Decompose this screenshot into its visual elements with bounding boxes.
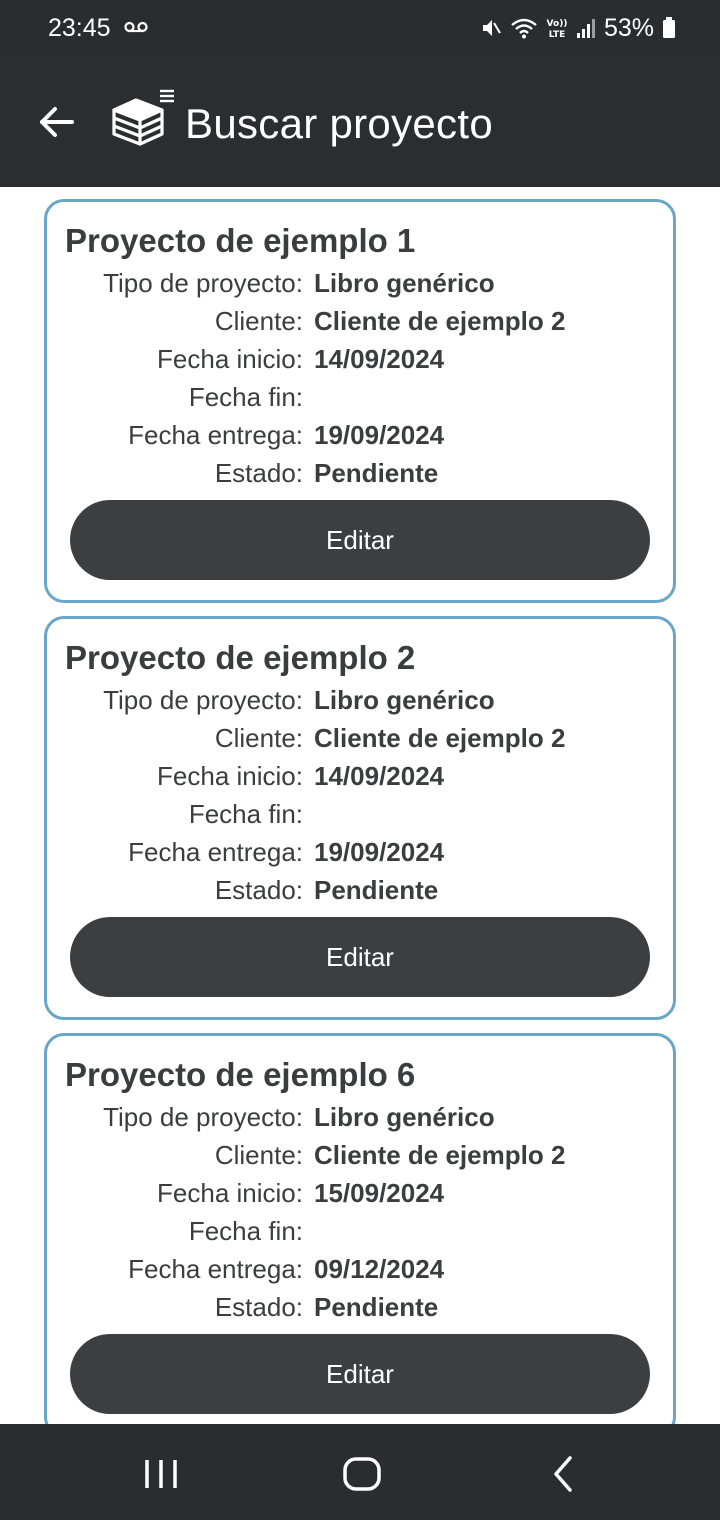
- project-card: Proyecto de ejemplo 1 Tipo de proyecto: …: [44, 199, 676, 603]
- project-card: Proyecto de ejemplo 2 Tipo de proyecto: …: [44, 616, 676, 1020]
- field-label: Fecha entrega:: [128, 420, 303, 450]
- status-bar: 23:45 Vo)) LTE 53%: [0, 0, 720, 58]
- field-label: Tipo de proyecto:: [103, 1102, 303, 1132]
- field-label: Fecha fin:: [188, 382, 303, 412]
- svg-text:LTE: LTE: [549, 30, 566, 40]
- field-label: Cliente:: [214, 1140, 303, 1170]
- field-value: 14/09/2024: [314, 344, 445, 374]
- field-tipo: Tipo de proyecto: Libro genérico: [47, 1102, 673, 1140]
- arrow-left-icon[interactable]: [36, 102, 76, 142]
- field-fecha-fin: Fecha fin:: [47, 1216, 673, 1254]
- field-label: Fecha entrega:: [128, 837, 303, 867]
- app-bar: Buscar proyecto: [0, 58, 720, 187]
- project-title: Proyecto de ejemplo 1: [65, 222, 416, 259]
- svg-text:Vo)): Vo)): [547, 19, 568, 29]
- field-fecha-entrega: Fecha entrega: 19/09/2024: [47, 420, 673, 458]
- field-value: Pendiente: [314, 1292, 439, 1322]
- edit-button[interactable]: Editar: [70, 1334, 650, 1414]
- status-time: 23:45: [48, 14, 111, 42]
- field-estado: Estado: Pendiente: [47, 458, 673, 496]
- home-icon[interactable]: [342, 1454, 382, 1494]
- volte-icon: Vo)) LTE: [547, 19, 568, 40]
- field-fecha-inicio: Fecha inicio: 14/09/2024: [47, 344, 673, 382]
- field-label: Fecha inicio:: [157, 761, 303, 791]
- field-fecha-entrega: Fecha entrega: 19/09/2024: [47, 837, 673, 875]
- project-title: Proyecto de ejemplo 6: [65, 1056, 416, 1093]
- field-cliente: Cliente: Cliente de ejemplo 2: [47, 723, 673, 761]
- edit-button[interactable]: Editar: [70, 917, 650, 997]
- field-value: Libro genérico: [314, 268, 495, 298]
- status-icons: Vo)) LTE 53%: [480, 13, 676, 43]
- field-fecha-inicio: Fecha inicio: 14/09/2024: [47, 761, 673, 799]
- field-value: Pendiente: [314, 458, 439, 488]
- field-label: Estado:: [214, 1292, 303, 1322]
- page-title: Buscar proyecto: [185, 100, 493, 147]
- field-label: Fecha inicio:: [157, 1178, 303, 1208]
- back-icon[interactable]: [544, 1454, 584, 1494]
- field-value: 19/09/2024: [314, 837, 445, 867]
- wifi-icon: [511, 18, 537, 39]
- field-tipo: Tipo de proyecto: Libro genérico: [47, 685, 673, 723]
- field-label: Fecha inicio:: [157, 344, 303, 374]
- field-value: Cliente de ejemplo 2: [314, 723, 566, 753]
- edit-button[interactable]: Editar: [70, 500, 650, 580]
- field-value: Cliente de ejemplo 2: [314, 1140, 566, 1170]
- field-label: Estado:: [214, 458, 303, 488]
- signal-icon: [576, 19, 595, 38]
- field-value: Pendiente: [314, 875, 439, 905]
- field-fecha-entrega: Fecha entrega: 09/12/2024: [47, 1254, 673, 1292]
- field-value: 15/09/2024: [314, 1178, 445, 1208]
- field-label: Fecha entrega:: [128, 1254, 303, 1284]
- recent-apps-icon[interactable]: [141, 1454, 181, 1494]
- field-label: Cliente:: [214, 306, 303, 336]
- field-label: Fecha fin:: [188, 799, 303, 829]
- battery-icon: [663, 17, 675, 38]
- field-value: Cliente de ejemplo 2: [314, 306, 566, 336]
- field-cliente: Cliente: Cliente de ejemplo 2: [47, 1140, 673, 1178]
- field-label: Fecha fin:: [188, 1216, 303, 1246]
- stacked-books-list-icon: [112, 89, 174, 146]
- field-fecha-fin: Fecha fin:: [47, 799, 673, 837]
- field-value: 14/09/2024: [314, 761, 445, 791]
- battery-percent: 53%: [603, 13, 654, 42]
- field-tipo: Tipo de proyecto: Libro genérico: [47, 268, 673, 306]
- voicemail-icon: [124, 21, 148, 33]
- field-value: Libro genérico: [314, 685, 495, 715]
- field-cliente: Cliente: Cliente de ejemplo 2: [47, 306, 673, 344]
- field-value: 19/09/2024: [314, 420, 445, 450]
- field-estado: Estado: Pendiente: [47, 1292, 673, 1330]
- system-nav-bar: [0, 1424, 720, 1520]
- field-fecha-fin: Fecha fin:: [47, 382, 673, 420]
- field-estado: Estado: Pendiente: [47, 875, 673, 913]
- field-label: Cliente:: [214, 723, 303, 753]
- project-list: Proyecto de ejemplo 1 Tipo de proyecto: …: [0, 187, 720, 1424]
- field-label: Tipo de proyecto:: [103, 685, 303, 715]
- mute-icon: [482, 20, 501, 36]
- field-label: Tipo de proyecto:: [103, 268, 303, 298]
- project-card: Proyecto de ejemplo 6 Tipo de proyecto: …: [44, 1033, 676, 1424]
- field-label: Estado:: [214, 875, 303, 905]
- field-value: Libro genérico: [314, 1102, 495, 1132]
- field-value: 09/12/2024: [314, 1254, 445, 1284]
- field-fecha-inicio: Fecha inicio: 15/09/2024: [47, 1178, 673, 1216]
- project-title: Proyecto de ejemplo 2: [65, 639, 416, 676]
